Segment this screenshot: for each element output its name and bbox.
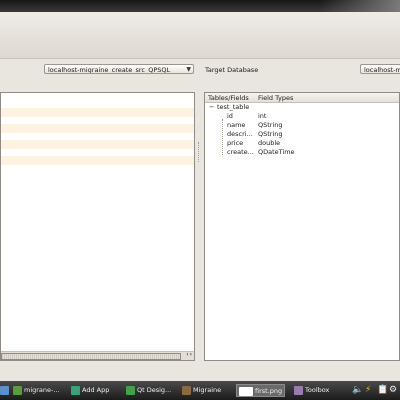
tree-item-table[interactable]: − test_table: [205, 103, 399, 111]
chevron-down-icon[interactable]: ▼: [186, 65, 191, 73]
tree-item-field[interactable]: descri... QString: [205, 130, 399, 138]
desktop-top-bar: [0, 0, 400, 12]
taskbar-task-first-png[interactable]: first.png: [236, 384, 286, 397]
migraine-main-window: localhost-migraine_create_src_QPSQL ▼ Ta…: [0, 12, 400, 381]
field-name: descri...: [227, 130, 253, 138]
source-connection-combo[interactable]: localhost-migraine_create_src_QPSQL ▼: [44, 64, 194, 74]
task-label: first.png: [255, 387, 283, 395]
field-name: create...: [227, 148, 254, 156]
image-viewer-icon: [239, 386, 253, 396]
tree-item-field[interactable]: price double: [205, 139, 399, 147]
table-row: [1, 156, 194, 165]
task-label: Add App: [82, 386, 110, 394]
column-header-tables-fields[interactable]: Tables/Fields: [208, 94, 249, 102]
task-label: migrane-...: [24, 386, 60, 394]
window-toolbar-area: [0, 12, 400, 59]
taskbar-task-migrane[interactable]: migrane-...: [13, 384, 60, 397]
target-connection-value: localhost-migra: [364, 66, 400, 74]
taskbar: migrane-... Add App Qt Desig... Migraine…: [0, 381, 400, 400]
wizard-icon: [71, 385, 80, 395]
field-type: int: [258, 112, 267, 120]
table-row: [1, 140, 194, 149]
target-database-label: Target Database: [205, 66, 259, 74]
task-label: Qt Desig...: [137, 386, 172, 394]
migraine-app-icon: [182, 385, 191, 395]
start-menu-icon[interactable]: [0, 385, 9, 395]
toolbox-icon: [294, 385, 303, 395]
desktop-top-glow: [320, 0, 400, 12]
field-type: QString: [258, 121, 283, 129]
scroll-arrow-icons[interactable]: ‹›: [186, 351, 193, 358]
clipboard-icon[interactable]: 📋: [377, 384, 388, 397]
taskbar-start-icon[interactable]: [0, 384, 11, 397]
field-name: name: [227, 121, 246, 129]
target-tree-header: Tables/Fields Field Types: [205, 93, 399, 103]
field-type: QDateTime: [258, 148, 295, 156]
target-tree-view[interactable]: Tables/Fields Field Types − test_table i…: [204, 92, 400, 361]
taskbar-task-toolbox[interactable]: Toolbox: [294, 384, 329, 397]
source-horizontal-scrollbar[interactable]: ‹›: [1, 351, 194, 360]
task-label: Migraine: [193, 386, 222, 394]
field-name: id: [227, 112, 233, 120]
network-icon[interactable]: ⚡: [365, 384, 371, 397]
taskbar-task-add-app[interactable]: Add App: [71, 384, 109, 397]
qt-designer-icon: [126, 385, 135, 395]
taskbar-task-qt-designer[interactable]: Qt Desig...: [126, 384, 171, 397]
collapse-icon[interactable]: −: [209, 103, 214, 111]
taskbar-task-migraine[interactable]: Migraine: [182, 384, 221, 397]
field-type: QString: [258, 130, 283, 138]
field-type: double: [258, 139, 281, 147]
tree-item-field[interactable]: id int: [205, 112, 399, 120]
table-row: [1, 124, 194, 133]
source-tree-view[interactable]: ‹›: [0, 92, 195, 361]
panel-splitter-handle[interactable]: [198, 142, 202, 162]
table-row: [1, 108, 194, 117]
volume-icon[interactable]: 🔈: [352, 384, 363, 397]
source-connection-value: localhost-migraine_create_src_QPSQL: [48, 66, 171, 74]
target-connection-combo[interactable]: localhost-migra: [360, 64, 400, 74]
field-name: price: [227, 139, 244, 147]
table-name: test_table: [217, 103, 250, 111]
column-header-field-types[interactable]: Field Types: [258, 94, 293, 102]
migraine-app-icon: [13, 385, 22, 395]
scrollbar-thumb[interactable]: [1, 353, 181, 360]
tree-item-field[interactable]: create... QDateTime: [205, 148, 399, 156]
task-label: Toolbox: [305, 386, 330, 394]
tree-item-field[interactable]: name QString: [205, 121, 399, 129]
power-icon[interactable]: ⚙: [389, 384, 397, 397]
